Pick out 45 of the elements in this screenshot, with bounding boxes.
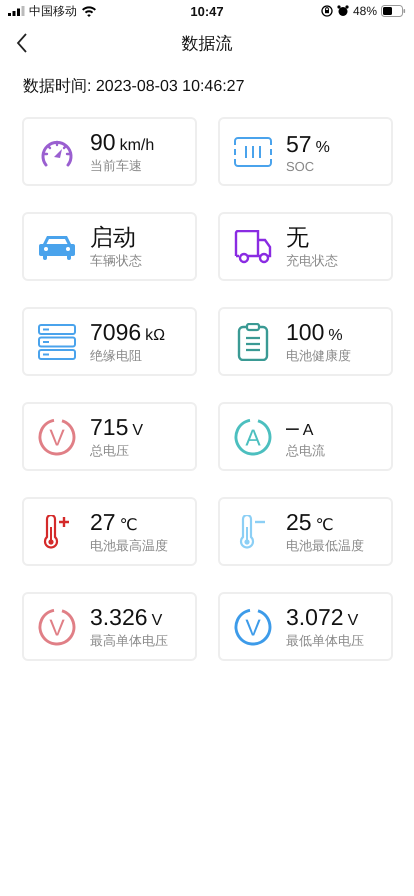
metric-value: 启动: [90, 223, 136, 251]
metric-label: 最高单体电压: [90, 632, 168, 650]
metric-value: 27: [90, 508, 116, 536]
metric-unit: ℃: [120, 516, 138, 535]
metric-label: 充电状态: [286, 252, 338, 270]
metric-unit: V: [152, 612, 162, 630]
metric-label: 最低单体电压: [286, 632, 364, 650]
metric-label: SOC: [286, 158, 316, 174]
metric-value: 57: [286, 130, 312, 158]
signal-icon: [8, 6, 25, 16]
metric-value: 无: [286, 223, 309, 251]
metric-unit: kΩ: [145, 327, 166, 345]
metric-label: 电池健康度: [286, 347, 351, 365]
battery-icon: [381, 5, 406, 17]
carrier-name: 中国移动: [29, 2, 77, 20]
metric-unit: ℃: [316, 516, 334, 535]
metric-unit: km/h: [120, 137, 154, 155]
wifi-icon: [81, 5, 97, 17]
data-timestamp: 数据时间: 2023-08-03 10:46:27: [22, 76, 246, 97]
metric-label: 车辆状态: [90, 252, 142, 270]
metric-unit: A: [302, 422, 314, 440]
metric-label: 总电压: [90, 442, 130, 460]
metric-label: 总电流: [286, 442, 325, 460]
metric-value: 25: [286, 508, 312, 536]
metric-unit: %: [316, 138, 330, 156]
metric-value: 100: [286, 318, 324, 346]
clock-time: 10:47: [190, 4, 224, 18]
metric-value: 3.072: [286, 603, 344, 631]
page-title: 数据流: [182, 32, 232, 54]
metric-label: 绝缘电阻: [90, 347, 143, 365]
alarm-icon: [336, 5, 349, 17]
metric-value: 715: [90, 413, 128, 441]
metric-value: 90: [90, 128, 116, 156]
rotation-lock-icon: [320, 5, 333, 17]
metric-value: 3.326: [90, 603, 148, 631]
metric-value: –: [286, 413, 299, 441]
back-icon[interactable]: [16, 33, 28, 53]
metric-value: 7096: [90, 318, 142, 346]
metric-label: 当前车速: [90, 157, 143, 175]
metric-unit: %: [328, 327, 343, 345]
metric-unit: V: [348, 612, 358, 630]
metric-unit: V: [132, 422, 144, 440]
metric-label: 电池最低温度: [286, 537, 364, 555]
metric-label: 电池最高温度: [90, 537, 168, 555]
battery-percent: 48%: [352, 4, 377, 18]
